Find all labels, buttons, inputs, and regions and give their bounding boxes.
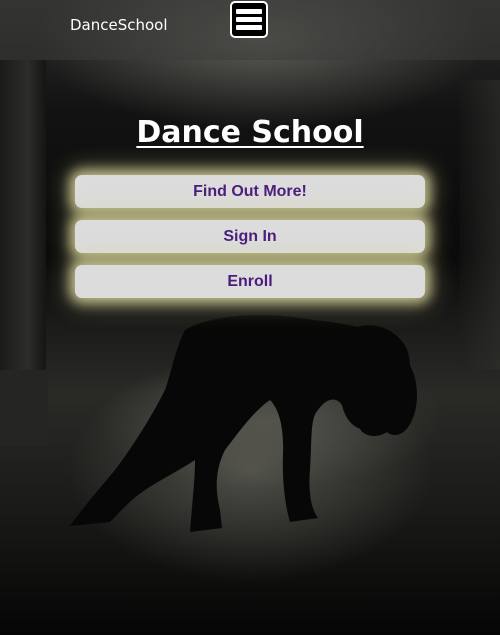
enroll-button[interactable]: Enroll xyxy=(75,265,425,298)
hamburger-menu-icon xyxy=(236,17,262,22)
page-title: Dance School xyxy=(136,115,364,150)
hamburger-menu-icon xyxy=(236,9,262,14)
brand-logo-text[interactable]: DanceSchool xyxy=(70,16,168,34)
dancers-silhouette-image xyxy=(70,315,417,532)
find-out-more-button[interactable]: Find Out More! xyxy=(75,175,425,208)
sign-in-button[interactable]: Sign In xyxy=(75,220,425,253)
page: DanceSchool Dance School Find Out More! … xyxy=(0,0,500,635)
hamburger-menu-icon xyxy=(236,25,262,30)
top-navigation-bar: DanceSchool xyxy=(0,0,500,60)
hamburger-menu-button[interactable] xyxy=(230,1,268,38)
